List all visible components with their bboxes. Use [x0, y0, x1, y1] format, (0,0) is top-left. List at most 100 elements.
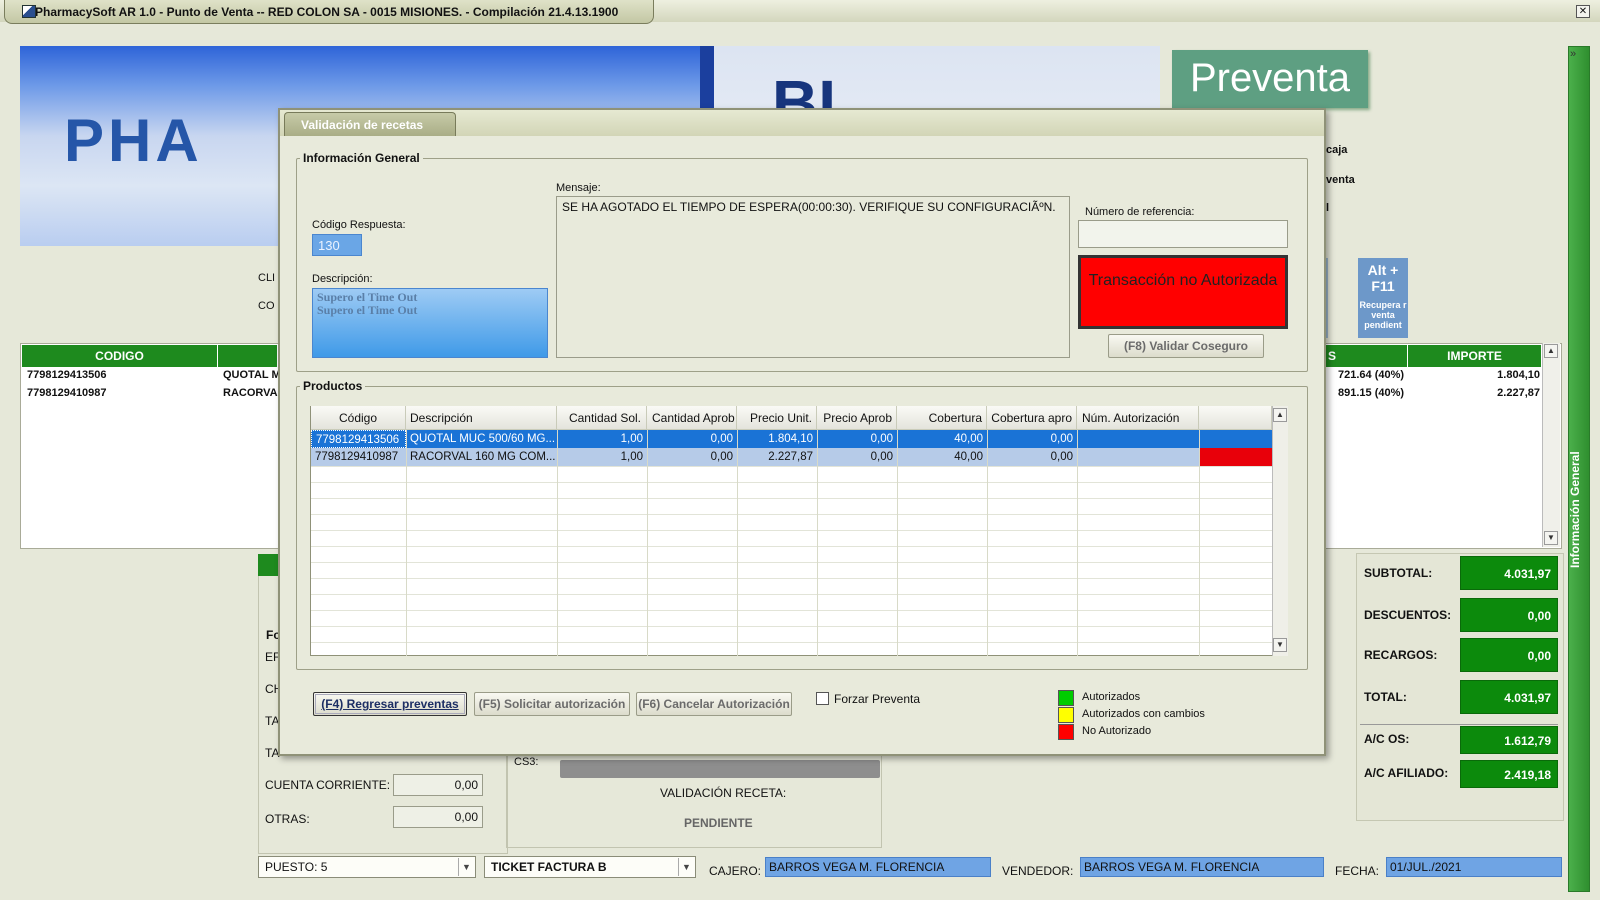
grid-column-line — [406, 430, 407, 656]
grid-header-codigo[interactable]: CODIGO — [22, 345, 218, 367]
cell-codigo[interactable]: 7798129413506 — [311, 430, 406, 448]
cell-cantidad-aprob[interactable]: 0,00 — [647, 448, 737, 466]
cell-cobertura[interactable]: 40,00 — [897, 448, 987, 466]
grid-header-desc[interactable] — [218, 345, 278, 367]
grid-cell-cobertura[interactable]: 721.64 (40%) — [1338, 369, 1404, 381]
grid-column-line — [1199, 430, 1200, 656]
col-header-precio-unit[interactable]: Precio Unit. — [737, 406, 817, 430]
subtotal-value: 4.031,97 — [1460, 556, 1558, 590]
cell-status-indicator — [1200, 448, 1272, 466]
cell-cobertura-apro[interactable]: 0,00 — [987, 430, 1077, 448]
grid-cell-codigo[interactable]: 7798129413506 — [27, 369, 107, 381]
forzar-preventa-checkbox[interactable] — [816, 692, 829, 705]
cajero-label: CAJERO: — [709, 864, 762, 878]
grid-column-line — [897, 430, 898, 656]
otras-input[interactable]: 0,00 — [393, 806, 483, 828]
regresar-preventas-button[interactable]: (F4) Regresar preventas — [313, 692, 467, 716]
cell-cobertura-apro[interactable]: 0,00 — [987, 448, 1077, 466]
side-label-venta: venta — [1326, 174, 1355, 186]
grid-scrollbar[interactable]: ▲ ▼ — [1542, 343, 1560, 547]
grid-cell-importe[interactable]: 2.227,87 — [1400, 387, 1540, 399]
puesto-value: PUESTO: 5 — [265, 860, 328, 874]
dialog-title: Validación de recetas — [284, 112, 456, 136]
col-header-codigo[interactable]: Código — [311, 406, 406, 430]
cell-cantidad-sol[interactable]: 1,00 — [557, 430, 647, 448]
descripcion-field: Supero el Time Out Supero el Time Out — [312, 288, 548, 358]
side-label-l: l — [1326, 202, 1330, 214]
cell-num-autorizacion[interactable] — [1077, 430, 1199, 448]
grid-column-line — [1077, 430, 1078, 656]
grid-header-importe[interactable]: IMPORTE — [1408, 345, 1542, 367]
legend-swatch-autorizados-cambios — [1058, 707, 1074, 723]
window-close-icon[interactable]: ✕ — [1576, 5, 1590, 18]
col-header-cobertura-apro[interactable]: Cobertura apro — [987, 406, 1077, 430]
col-header-cantidad-aprob[interactable]: Cantidad Aprob — [647, 406, 737, 430]
cell-precio-aprob[interactable]: 0,00 — [817, 448, 897, 466]
cell-descripcion[interactable]: RACORVAL 160 MG COM... — [406, 448, 557, 466]
referencia-input[interactable] — [1078, 220, 1288, 248]
col-header-cantidad-sol[interactable]: Cantidad Sol. — [557, 406, 647, 430]
ticket-type-select[interactable]: TICKET FACTURA B ▼ — [484, 856, 696, 878]
codigo-respuesta-label: Código Respuesta: — [312, 219, 406, 231]
cuenta-corriente-label: CUENTA CORRIENTE: — [265, 778, 391, 792]
cell-cobertura[interactable]: 40,00 — [897, 430, 987, 448]
scroll-up-icon[interactable]: ▲ — [1544, 344, 1558, 358]
cs3-label: CS3: — [514, 756, 539, 768]
grid-row-line — [311, 610, 1273, 611]
scroll-down-icon[interactable]: ▼ — [1273, 638, 1287, 652]
window-title: PharmacySoft AR 1.0 - Punto de Venta -- … — [4, 0, 654, 24]
fkey-recuperar-venta-button[interactable]: Alt + F11 Recupera r venta pendient — [1358, 258, 1408, 338]
recargos-label: RECARGOS: — [1364, 648, 1438, 662]
puesto-select[interactable]: PUESTO: 5 ▼ — [258, 856, 476, 878]
fecha-field: 01/JUL./2021 — [1386, 857, 1562, 877]
cell-precio-aprob[interactable]: 0,00 — [817, 430, 897, 448]
cell-precio-unit[interactable]: 2.227,87 — [737, 448, 817, 466]
productos-scrollbar[interactable]: ▲ ▼ — [1272, 406, 1288, 656]
grid-header-cobertura[interactable]: S — [1326, 345, 1408, 367]
cancelar-autorizacion-button[interactable]: (F6) Cancelar Autorización — [636, 692, 792, 716]
cuenta-corriente-input[interactable]: 0,00 — [393, 774, 483, 796]
grid-row-line — [311, 546, 1273, 547]
vendedor-field: BARROS VEGA M. FLORENCIA — [1080, 857, 1324, 877]
col-header-cobertura[interactable]: Cobertura — [897, 406, 987, 430]
chevron-down-icon[interactable]: » — [1570, 48, 1576, 60]
col-header-descripcion[interactable]: Descripción — [406, 406, 557, 430]
info-general-side-label: Información General — [1568, 451, 1582, 569]
col-header-precio-aprob[interactable]: Precio Aprob — [817, 406, 897, 430]
vendedor-label: VENDEDOR: — [1002, 864, 1074, 878]
cell-cantidad-aprob[interactable]: 0,00 — [647, 430, 737, 448]
grid-column-line — [647, 430, 648, 656]
grid-column-line — [987, 430, 988, 656]
scroll-down-icon[interactable]: ▼ — [1544, 531, 1558, 545]
validacion-receta-status: PENDIENTE — [684, 816, 753, 830]
grid-cell-cobertura[interactable]: 891.15 (40%) — [1338, 387, 1404, 399]
descripcion-line: Supero el Time Out — [317, 303, 418, 317]
total-label: TOTAL: — [1364, 690, 1407, 704]
solicitar-autorizacion-button[interactable]: (F5) Solicitar autorización — [474, 692, 630, 716]
grid-row-line — [311, 514, 1273, 515]
chevron-down-icon[interactable]: ▼ — [458, 858, 474, 876]
validacion-receta-label: VALIDACIÓN RECETA: — [660, 786, 787, 800]
forzar-preventa-label: Forzar Preventa — [834, 692, 921, 706]
chevron-down-icon[interactable]: ▼ — [678, 858, 694, 876]
grid-cell-codigo[interactable]: 7798129410987 — [27, 387, 107, 399]
validar-coseguro-button[interactable]: (F8) Validar Coseguro — [1108, 334, 1264, 358]
grid-row-line — [311, 642, 1273, 643]
totals-divider — [1360, 724, 1558, 725]
grid-cell-desc[interactable]: RACORVA — [223, 387, 278, 399]
grid-row-line — [311, 482, 1273, 483]
scroll-up-icon[interactable]: ▲ — [1273, 408, 1287, 422]
legend-swatch-autorizados — [1058, 690, 1074, 706]
cell-precio-unit[interactable]: 1.804,10 — [737, 430, 817, 448]
grid-cell-desc[interactable]: QUOTAL M — [223, 369, 281, 381]
cell-descripcion[interactable]: QUOTAL MUC 500/60 MG... — [406, 430, 557, 448]
total-value: 4.031,97 — [1460, 680, 1558, 714]
referencia-label: Número de referencia: — [1085, 206, 1195, 218]
cell-cantidad-sol[interactable]: 1,00 — [557, 448, 647, 466]
grid-row-line — [311, 562, 1273, 563]
col-header-num-autorizacion[interactable]: Núm. Autorización — [1077, 406, 1199, 430]
cell-num-autorizacion[interactable] — [1077, 448, 1199, 466]
col-header-status[interactable] — [1199, 406, 1272, 430]
cell-codigo[interactable]: 7798129410987 — [311, 448, 406, 466]
grid-cell-importe[interactable]: 1.804,10 — [1400, 369, 1540, 381]
